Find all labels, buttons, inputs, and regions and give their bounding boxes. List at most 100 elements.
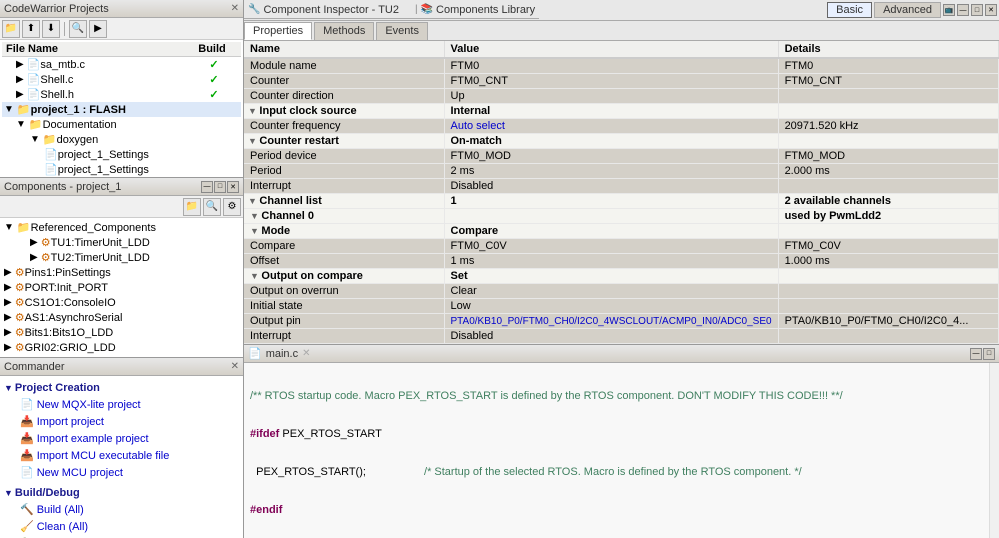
folder-icon: 📁 — [29, 118, 43, 131]
prop-details — [778, 284, 998, 299]
comp-tu1[interactable]: ▶ ⚙ TU1:TimerUnit_LDD — [2, 235, 241, 250]
toolbar-down-btn[interactable]: ⬇ — [42, 20, 60, 38]
code-close-icon[interactable]: ✕ — [302, 348, 310, 359]
tree-item-documentation[interactable]: ▼ 📁 Documentation — [2, 117, 241, 132]
inspector-area: 🔧 Component Inspector - TU2 | 📚 Componen… — [244, 0, 999, 345]
col-name-header: Name — [244, 41, 444, 58]
expand-icon: ▼ — [4, 104, 14, 115]
comp-bits1[interactable]: ▶ ⚙ Bits1:Bits1O_LDD — [2, 325, 241, 340]
cw-projects-title: CodeWarrior Projects — [4, 3, 231, 15]
inspector-minimize-btn[interactable]: — — [957, 4, 969, 16]
basic-tab-btn[interactable]: Basic — [827, 2, 872, 18]
cmd-import-project[interactable]: 📥Import project — [4, 413, 239, 430]
folder-icon: 📁 — [17, 221, 31, 234]
prop-value: FTM0 — [444, 58, 778, 74]
prop-period-device[interactable]: Period device FTM0_MOD FTM0_MOD — [244, 149, 999, 164]
prop-period[interactable]: Period 2 ms 2.000 ms — [244, 164, 999, 179]
prop-value: Internal — [444, 104, 778, 119]
comp-referenced[interactable]: ▼ 📁 Referenced_Components — [2, 220, 241, 235]
prop-output-pin[interactable]: Output pin PTA0/KB10_P0/FTM0_CH0/I2C0_4W… — [244, 314, 999, 329]
prop-output-overrun[interactable]: Output on overrun Clear — [244, 284, 999, 299]
tree-item-doxygen[interactable]: ▼ 📁 doxygen — [2, 132, 241, 147]
code-title-bar: 📄 main.c ✕ — □ — [244, 345, 999, 363]
section-build-debug[interactable]: Build/Debug — [4, 485, 239, 501]
comp-add-btn[interactable]: 📁 — [183, 198, 201, 216]
prop-counter[interactable]: Counter FTM0_CNT FTM0_CNT — [244, 74, 999, 89]
section-project-creation[interactable]: Project Creation — [4, 380, 239, 396]
comp-icon: ⚙ — [15, 311, 25, 324]
inspector-close-btn[interactable]: ✕ — [985, 4, 997, 16]
prop-group-channel0[interactable]: Channel 0 used by PwmLdd2 — [244, 209, 999, 224]
prop-name: Counter — [244, 74, 444, 89]
tree-item-project-flash[interactable]: ▼ 📁 project_1 : FLASH — [2, 102, 241, 117]
comp-pins1[interactable]: ▶ ⚙ Pins1:PinSettings — [2, 265, 241, 280]
code-scrollbar[interactable] — [989, 363, 999, 538]
prop-value: PTA0/KB10_P0/FTM0_CH0/I2C0_4WSCLOUT/ACMP… — [444, 314, 778, 329]
toolbar-new-btn[interactable]: 📁 — [2, 20, 20, 38]
comp-port[interactable]: ▶ ⚙ PORT:Init_PORT — [2, 280, 241, 295]
code-maximize-btn[interactable]: □ — [983, 348, 995, 360]
tab-events[interactable]: Events — [376, 22, 428, 40]
cw-projects-close-icon[interactable]: ✕ — [231, 3, 239, 14]
tree-item-shell-h[interactable]: ▶ 📄 Shell.h ✓ — [2, 87, 241, 102]
prop-name: Counter restart — [244, 134, 444, 149]
components-maximize-btn[interactable]: □ — [214, 181, 226, 193]
tree-item-proj-settings-2[interactable]: 📄 project_1_Settings — [2, 162, 241, 177]
tab-methods[interactable]: Methods — [314, 22, 374, 40]
components-pane: Components - project_1 — □ ✕ 📁 🔍 ⚙ ▼ 📁 R… — [0, 178, 243, 358]
prop-group-output-compare[interactable]: Output on compare Set — [244, 269, 999, 284]
prop-name: Initial state — [244, 299, 444, 314]
toolbar-search-btn[interactable]: 🔍 — [69, 20, 87, 38]
tree-item-sa-mtb[interactable]: ▶ 📄 sa_mtb.c ✓ — [2, 57, 241, 72]
code-minimize-btn[interactable]: — — [970, 348, 982, 360]
comp-tu2[interactable]: ▶ ⚙ TU2:TimerUnit_LDD — [2, 250, 241, 265]
comp-csio1[interactable]: ▶ ⚙ CS1O1:ConsoleIO — [2, 295, 241, 310]
advanced-tab-btn[interactable]: Advanced — [874, 2, 941, 18]
cmd-new-mqx[interactable]: 📄New MQX-lite project — [4, 396, 239, 413]
comp-settings-btn[interactable]: ⚙ — [223, 198, 241, 216]
expand-icon: ▶ — [4, 282, 12, 293]
prop-group-counter-restart[interactable]: Counter restart On-match — [244, 134, 999, 149]
components-minimize-btn[interactable]: — — [201, 181, 213, 193]
prop-module-name[interactable]: Module name FTM0 FTM0 — [244, 58, 999, 74]
prop-name: Channel list — [244, 194, 444, 209]
prop-offset[interactable]: Offset 1 ms 1.000 ms — [244, 254, 999, 269]
prop-counter-dir[interactable]: Counter direction Up — [244, 89, 999, 104]
components-close-btn[interactable]: ✕ — [227, 181, 239, 193]
prop-group-channel-list[interactable]: Channel list 1 2 available channels — [244, 194, 999, 209]
inspector-maximize-btn[interactable]: □ — [971, 4, 983, 16]
cmd-import-example[interactable]: 📥Import example project — [4, 430, 239, 447]
prop-interrupt-1[interactable]: Interrupt Disabled — [244, 179, 999, 194]
tree-item-proj-settings-1[interactable]: 📄 project_1_Settings — [2, 147, 241, 162]
commander-close-icon[interactable]: ✕ — [231, 361, 239, 372]
inspector-title-tabs: 🔧 Component Inspector - TU2 | 📚 Componen… — [244, 2, 825, 19]
prop-compare[interactable]: Compare FTM0_C0V FTM0_C0V — [244, 239, 999, 254]
inspector-monitor-btn[interactable]: 📺 — [943, 4, 955, 16]
prop-interrupt-2[interactable]: Interrupt Disabled — [244, 329, 999, 344]
comp-view-btn[interactable]: 🔍 — [203, 198, 221, 216]
prop-details: 1.000 ms — [778, 254, 998, 269]
cmd-clean[interactable]: 🧹Clean (All) — [4, 518, 239, 535]
prop-group-input-clock[interactable]: Input clock source Internal — [244, 104, 999, 119]
cmd-new-mcu[interactable]: 📄New MCU project — [4, 464, 239, 481]
prop-name: Offset — [244, 254, 444, 269]
prop-details: FTM0_C0V — [778, 239, 998, 254]
cmd-import-mcu[interactable]: 📥Import MCU executable file — [4, 447, 239, 464]
prop-initial-state[interactable]: Initial state Low — [244, 299, 999, 314]
comp-icon: ⚙ — [15, 341, 25, 354]
comp-as1[interactable]: ▶ ⚙ AS1:AsynchroSerial — [2, 310, 241, 325]
toolbar-up-btn[interactable]: ⬆ — [22, 20, 40, 38]
file-icon: 📄 — [27, 88, 41, 101]
comp-grio2[interactable]: ▶ ⚙ GRI02:GRIO_LDD — [2, 340, 241, 355]
prop-name: Module name — [244, 58, 444, 74]
tree-item-shell-c[interactable]: ▶ 📄 Shell.c ✓ — [2, 72, 241, 87]
code-editor[interactable]: /** RTOS startup code. Macro PEX_RTOS_ST… — [244, 363, 999, 538]
prop-group-mode[interactable]: Mode Compare — [244, 224, 999, 239]
code-line: PEX_RTOS_START(); /* Startup of the sele… — [250, 465, 983, 479]
tab-properties[interactable]: Properties — [244, 22, 312, 40]
prop-name: Period device — [244, 149, 444, 164]
prop-counter-freq[interactable]: Counter frequency Auto select 20971.520 … — [244, 119, 999, 134]
toolbar-run-btn[interactable]: ▶ — [89, 20, 107, 38]
cmd-build[interactable]: 🔨Build (All) — [4, 501, 239, 518]
expand-icon: ▼ — [30, 134, 40, 145]
